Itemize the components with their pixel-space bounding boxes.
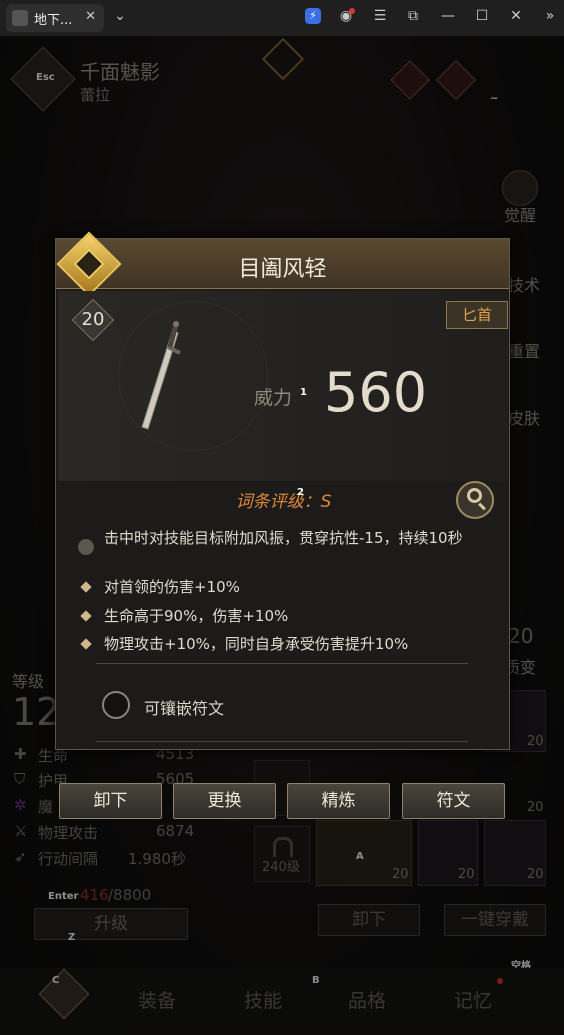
dialog-header: 目阖风轻 bbox=[56, 231, 509, 297]
tab-list-dropdown-icon[interactable]: ⌄ bbox=[110, 8, 130, 24]
affix-item: 对首领的伤害+10% bbox=[104, 578, 240, 596]
affix-bullet-icon bbox=[80, 610, 92, 622]
dagger-icon bbox=[141, 321, 181, 430]
item-title: 目阖风轻 bbox=[238, 257, 327, 282]
browser-tab[interactable]: 地下... ✕ bbox=[6, 4, 104, 32]
unequip-button[interactable]: 卸下 bbox=[59, 783, 162, 819]
weapon-type-badge: 匕首 bbox=[446, 301, 508, 329]
rating-label: 词条评级： bbox=[235, 492, 321, 512]
power-value: 560 bbox=[324, 361, 428, 424]
game-favicon-icon bbox=[12, 10, 28, 26]
magnifier-icon bbox=[467, 488, 482, 503]
tab-title: 地下... bbox=[34, 12, 73, 28]
affix-bullet-icon bbox=[80, 638, 92, 650]
rune-socket-label: 可镶嵌符文 bbox=[144, 699, 225, 718]
magnifier-handle bbox=[478, 502, 486, 511]
minimize-icon[interactable]: — bbox=[438, 8, 458, 24]
item-detail-dialog: 目阖风轻 20 匕首 威力 1 560 词条评级：S 2 击中时对技能目标附加风… bbox=[55, 231, 510, 750]
replace-button[interactable]: 更换 bbox=[173, 783, 276, 819]
menu-icon[interactable]: ☰ bbox=[370, 8, 390, 24]
maximize-icon[interactable]: ☐ bbox=[472, 8, 492, 24]
refine-button[interactable]: 精炼 bbox=[287, 783, 390, 819]
screenshot-icon[interactable]: ⧉ bbox=[403, 8, 423, 24]
power-label: 威力 bbox=[254, 387, 293, 409]
rating-value: S bbox=[320, 492, 332, 512]
tab-close-icon[interactable]: ✕ bbox=[85, 9, 96, 24]
rating-marker: 2 bbox=[297, 487, 304, 498]
extension-icon[interactable]: ⚡ bbox=[303, 8, 323, 24]
rune-socket[interactable] bbox=[102, 691, 130, 719]
power-marker: 1 bbox=[300, 387, 307, 398]
item-level-badge: 20 bbox=[71, 298, 115, 342]
locked-affix-icon bbox=[78, 539, 94, 555]
affix-item: 物理攻击+10%，同时自身承受伤害提升10% bbox=[104, 635, 409, 653]
locked-affix-text: 击中时对技能目标附加风振，贯穿抗性-15，持续10秒 bbox=[104, 529, 463, 547]
item-level: 20 bbox=[81, 309, 105, 330]
item-main-panel: 20 匕首 威力 1 560 bbox=[58, 291, 508, 481]
browser-toolbar: 地下... ✕ ⌄ ⚡ ◉ ☰ ⧉ — ☐ ✕ » bbox=[0, 0, 564, 36]
profile-icon[interactable]: ◉ bbox=[336, 8, 356, 24]
affix-bullet-icon bbox=[80, 581, 92, 593]
affix-rating: 词条评级：S bbox=[206, 487, 361, 517]
divider bbox=[96, 663, 468, 664]
close-window-icon[interactable]: ✕ bbox=[506, 8, 526, 24]
inspect-button[interactable] bbox=[456, 481, 494, 519]
affix-item: 生命高于90%，伤害+10% bbox=[104, 607, 289, 625]
sidebar-toggle-icon[interactable]: » bbox=[540, 8, 560, 24]
rune-button[interactable]: 符文 bbox=[402, 783, 505, 819]
divider bbox=[96, 741, 468, 742]
